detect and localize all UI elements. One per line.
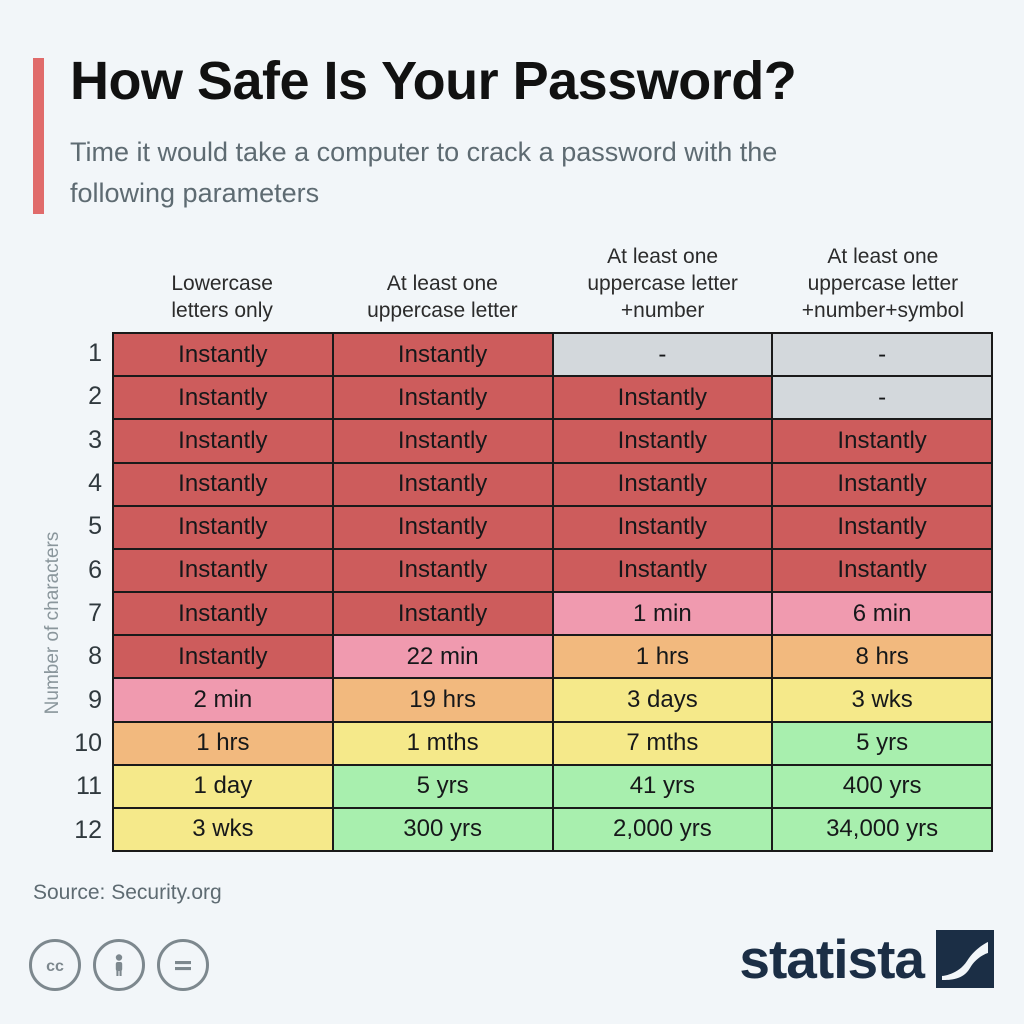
table-row: Instantly Instantly Instantly Instantly xyxy=(114,549,991,594)
cell-r9-c3: 3 days xyxy=(553,679,774,721)
cell-r6-c1: Instantly xyxy=(114,549,334,592)
cell-r5-c1: Instantly xyxy=(114,506,334,548)
column-header-line: At least one xyxy=(827,245,939,268)
password-crack-time-heatmap: Number of characters Lowercase letters on… xyxy=(0,0,1024,1024)
column-header-line: letters only xyxy=(171,299,273,322)
table-row: 2 min 19 hrs 3 days 3 wks xyxy=(114,679,991,723)
cell-r10-c1: 1 hrs xyxy=(114,722,334,764)
row-label-12: 12 xyxy=(74,815,102,844)
cell-r8-c2: 22 min xyxy=(333,636,554,678)
cell-r9-c4: 3 wks xyxy=(773,679,991,721)
table-row: Instantly 22 min 1 hrs 8 hrs xyxy=(114,636,991,680)
column-header-line: uppercase letter xyxy=(807,272,959,295)
cell-r7-c4: 6 min xyxy=(773,593,991,635)
row-label-8: 8 xyxy=(88,642,102,671)
cell-r2-c2: Instantly xyxy=(333,377,554,419)
cell-r10-c2: 1 mths xyxy=(333,722,554,764)
statista-wordmark: statista xyxy=(739,927,925,990)
row-label-7: 7 xyxy=(88,599,102,628)
column-header-line: Lowercase xyxy=(171,272,273,295)
svg-text:cc: cc xyxy=(46,958,64,975)
cell-r1-c3: - xyxy=(553,334,774,376)
cell-r5-c4: Instantly xyxy=(773,506,991,548)
statista-mark-icon xyxy=(936,930,994,988)
table-row: Instantly Instantly 1 min 6 min xyxy=(114,593,991,637)
row-label-4: 4 xyxy=(88,469,102,498)
column-header-line: uppercase letter xyxy=(367,299,518,322)
cell-r5-c3: Instantly xyxy=(553,506,774,548)
creative-commons-icons: cc xyxy=(29,939,209,991)
cell-r9-c1: 2 min xyxy=(114,679,334,721)
cell-r8-c4: 8 hrs xyxy=(773,636,991,678)
cell-r4-c4: Instantly xyxy=(773,463,991,505)
cell-r11-c4: 400 yrs xyxy=(773,765,991,807)
table-row: Instantly Instantly - - xyxy=(114,334,991,378)
cell-r5-c2: Instantly xyxy=(333,506,554,548)
row-label-3: 3 xyxy=(88,425,102,454)
cell-r7-c1: Instantly xyxy=(114,593,334,635)
row-label-11: 11 xyxy=(76,772,102,801)
row-labels: 1 2 3 4 5 6 7 8 9 10 11 12 xyxy=(58,332,106,852)
cell-r12-c3: 2,000 yrs xyxy=(553,808,774,851)
table-row: 1 day 5 yrs 41 yrs 400 yrs xyxy=(114,765,991,809)
row-label-9: 9 xyxy=(88,685,102,714)
column-header-4: At least one uppercase letter +number+symb… xyxy=(773,228,993,328)
cell-r7-c2: Instantly xyxy=(333,593,554,635)
cell-r10-c3: 7 mths xyxy=(553,722,774,764)
cell-r12-c4: 34,000 yrs xyxy=(773,808,991,851)
cell-r2-c1: Instantly xyxy=(114,377,334,419)
column-header-2: At least one uppercase letter xyxy=(332,228,552,328)
cell-r2-c4: - xyxy=(773,377,991,419)
cell-r6-c4: Instantly xyxy=(773,549,991,592)
table-row: Instantly Instantly Instantly Instantly xyxy=(114,506,991,550)
table-row: Instantly Instantly Instantly - xyxy=(114,377,991,421)
cc-equals-icon xyxy=(157,939,209,991)
column-header-1: Lowercase letters only xyxy=(112,228,332,328)
cell-r12-c2: 300 yrs xyxy=(333,808,554,851)
column-header-line: At least one xyxy=(386,272,498,295)
cell-r3-c3: Instantly xyxy=(553,420,774,462)
cell-r11-c2: 5 yrs xyxy=(333,765,554,807)
cell-r11-c3: 41 yrs xyxy=(553,765,774,807)
column-header-line: +number+symbol xyxy=(801,299,964,322)
cc-by-person-icon xyxy=(93,939,145,991)
row-label-2: 2 xyxy=(88,382,102,411)
cell-r11-c1: 1 day xyxy=(114,765,334,807)
table-row: Instantly Instantly Instantly Instantly xyxy=(114,420,991,464)
table-row: 1 hrs 1 mths 7 mths 5 yrs xyxy=(114,722,991,766)
row-label-10: 10 xyxy=(74,729,102,758)
column-header-line: At least one xyxy=(607,245,719,268)
statista-logo: statista xyxy=(739,930,994,988)
column-header-line: uppercase letter xyxy=(587,272,738,295)
cell-r9-c2: 19 hrs xyxy=(333,679,554,721)
cell-r1-c2: Instantly xyxy=(333,334,554,376)
cell-r3-c4: Instantly xyxy=(773,420,991,462)
table-row: Instantly Instantly Instantly Instantly xyxy=(114,463,991,507)
table-row: 3 wks 300 yrs 2,000 yrs 34,000 yrs xyxy=(114,808,991,851)
cell-r4-c1: Instantly xyxy=(114,463,334,505)
source-note: Source: Security.org xyxy=(33,881,222,904)
column-header-line: +number xyxy=(620,299,705,322)
cell-r6-c3: Instantly xyxy=(553,549,774,592)
cell-r3-c2: Instantly xyxy=(333,420,554,462)
column-headers: Lowercase letters only At least one upperca… xyxy=(112,228,993,328)
cell-r12-c1: 3 wks xyxy=(114,808,334,851)
row-label-1: 1 xyxy=(88,339,102,368)
cell-r8-c3: 1 hrs xyxy=(553,636,774,678)
cell-r10-c4: 5 yrs xyxy=(773,722,991,764)
row-label-5: 5 xyxy=(88,512,102,541)
cell-r4-c2: Instantly xyxy=(333,463,554,505)
column-header-3: At least one uppercase letter +number xyxy=(553,228,773,328)
cell-r6-c2: Instantly xyxy=(333,549,554,592)
heatmap-grid: Instantly Instantly - - Instantly Instantly In… xyxy=(112,332,993,852)
cell-r4-c3: Instantly xyxy=(553,463,774,505)
cell-r1-c1: Instantly xyxy=(114,334,334,376)
cell-r7-c3: 1 min xyxy=(553,593,774,635)
cell-r3-c1: Instantly xyxy=(114,420,334,462)
cell-r1-c4: - xyxy=(773,334,991,376)
cell-r8-c1: Instantly xyxy=(114,636,334,678)
cc-icon: cc xyxy=(29,939,81,991)
cell-r2-c3: Instantly xyxy=(553,377,774,419)
row-label-6: 6 xyxy=(88,555,102,584)
